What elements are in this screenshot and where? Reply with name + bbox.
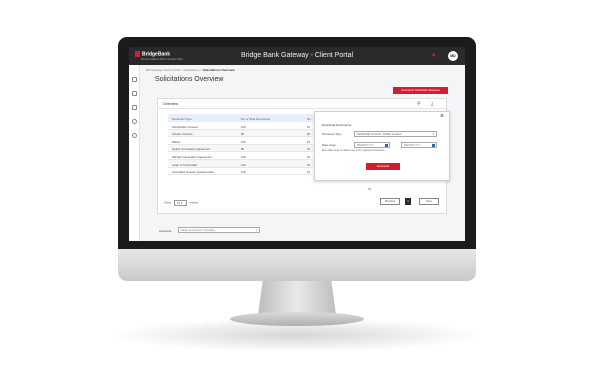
cell-total: 140 [241, 162, 246, 167]
calendar-icon[interactable] [384, 143, 388, 148]
cell-document-type: Option Termination Agreement [172, 147, 210, 152]
settings-icon[interactable] [132, 119, 137, 124]
next-page-button[interactable]: Next [419, 198, 439, 205]
cell-total: 50 [241, 132, 245, 137]
table-header: Document Type No. of Total Documents No. [168, 114, 313, 122]
table-row[interactable]: Joinder Consent 50 50 [168, 129, 313, 138]
breadcrumb-path[interactable]: BB Gateway Client Portal > Solicitations… [146, 68, 203, 72]
cell-document-type: Waiver [172, 139, 181, 144]
user-icon[interactable] [132, 133, 137, 138]
date-range-label: Date range [322, 143, 336, 147]
chart-icon[interactable] [132, 91, 137, 96]
app-screen: BridgeBank Western Alliance Bank. Member… [129, 47, 465, 241]
entries-label: entries [189, 200, 198, 205]
cell-document-type: Stockholder Consent [172, 124, 198, 129]
page-1-button[interactable]: 1 [405, 198, 411, 205]
home-icon[interactable] [132, 77, 137, 82]
table-row[interactable]: Stockholder Consent 100 10 [168, 122, 313, 130]
cell-document-type: Accredited Investor Questionnaire [172, 170, 215, 175]
cell-document-type: Warrant Cancelation Agreement [172, 154, 212, 159]
table-row[interactable]: Accredited Investor Questionnaire 100 10 [168, 168, 313, 176]
monitor-stand-neck [258, 281, 336, 315]
accounts-label: Accounts [159, 229, 172, 233]
calendar-icon[interactable] [431, 143, 435, 148]
table-row[interactable]: Option Termination Agreement 80 10 [168, 144, 313, 153]
col-header-total-documents[interactable]: No. of Total Documents [241, 117, 270, 121]
calendar-icon[interactable] [132, 105, 137, 110]
overflow-cell-value: 70 [368, 187, 372, 191]
col-header-document-type[interactable]: Document Type [172, 117, 192, 121]
desktop-scene: BridgeBank Western Alliance Bank. Member… [0, 0, 594, 370]
breadcrumb: BB Gateway Client Portal > Solicitations… [146, 68, 235, 72]
cell-no: 50 [307, 132, 311, 137]
accounts-placeholder: Select an Account / Company [181, 229, 216, 232]
avatar[interactable]: MD [448, 51, 458, 61]
cell-no: 10 [307, 162, 311, 167]
cell-total: 100 [241, 124, 246, 129]
previous-page-button[interactable]: Previous [380, 198, 400, 205]
show-label: Show [164, 200, 171, 205]
cell-no: 15 [307, 139, 311, 144]
accounts-select[interactable]: Select an Account / Company ▾ [178, 227, 260, 233]
table-row[interactable]: Letter of Transmittal 140 10 [168, 159, 313, 168]
card-header: Overview ⚲ ⤓ [158, 99, 448, 109]
page-size-value: 10 [176, 201, 180, 205]
download-documents-dialog: × Download Documents Document Type Stock… [314, 111, 450, 181]
cell-total: 80 [241, 147, 245, 152]
cell-no: 10 [307, 154, 311, 159]
cell-no: 10 [307, 147, 311, 152]
solicitations-table: Document Type No. of Total Documents No.… [168, 114, 313, 176]
chevron-down-icon: ▾ [432, 133, 434, 136]
table-row[interactable]: Waiver 115 15 [168, 137, 313, 145]
page-title: Solicitations Overview [155, 76, 224, 83]
breadcrumb-current: Solicitations Overview [202, 68, 235, 72]
download-icon[interactable]: ⤓ [431, 101, 433, 107]
page-size-select[interactable]: 10 ▾ [173, 200, 187, 206]
date-range-hint: Enter Date range to capture one or any r… [322, 150, 385, 152]
portal-title: Bridge Bank Gateway - Client Portal [240, 52, 354, 59]
date-to-input[interactable]: MM/DD/YYYY [401, 142, 437, 148]
cell-document-type: Joinder Consent [172, 132, 193, 137]
cell-document-type: Letter of Transmittal [172, 162, 197, 167]
monitor-stand-base [230, 312, 364, 326]
date-from-input[interactable]: MM/DD/YYYY [354, 142, 390, 148]
search-icon[interactable]: ⚲ [417, 101, 421, 107]
dialog-title: Download Documents [322, 123, 352, 127]
table-row[interactable]: Warrant Cancelation Agreement 100 10 [168, 152, 313, 160]
col-header-no[interactable]: No. [307, 117, 311, 121]
cell-total: 100 [241, 154, 246, 159]
card-title: Overview [163, 102, 178, 106]
download-button[interactable]: Download [366, 163, 400, 170]
app-header: BridgeBank Western Alliance Bank. Member… [129, 47, 465, 65]
cell-total: 100 [241, 170, 246, 175]
document-type-value: Stockholder Consent, Joinder Consent [357, 133, 402, 136]
table-body: Stockholder Consent 100 10 Joinder Consent… [168, 122, 313, 176]
monitor-chin [118, 249, 476, 281]
document-type-select[interactable]: Stockholder Consent, Joinder Consent ▾ [354, 131, 437, 137]
notification-bell-icon[interactable]: ♦ [432, 52, 440, 60]
cell-no: 10 [307, 124, 311, 129]
document-type-label: Document Type [322, 132, 342, 136]
chevron-down-icon: ▾ [255, 229, 257, 232]
date-to-placeholder: MM/DD/YYYY [404, 144, 421, 147]
cell-no: 10 [307, 170, 311, 175]
close-icon[interactable]: × [440, 113, 444, 121]
sidebar [129, 65, 140, 241]
page-size-control: Show 10 ▾ entries [164, 200, 198, 206]
date-from-placeholder: MM/DD/YYYY [357, 144, 374, 147]
solicitation-request-button[interactable]: Document Solicitation Request [393, 87, 448, 94]
cell-total: 115 [241, 139, 246, 144]
